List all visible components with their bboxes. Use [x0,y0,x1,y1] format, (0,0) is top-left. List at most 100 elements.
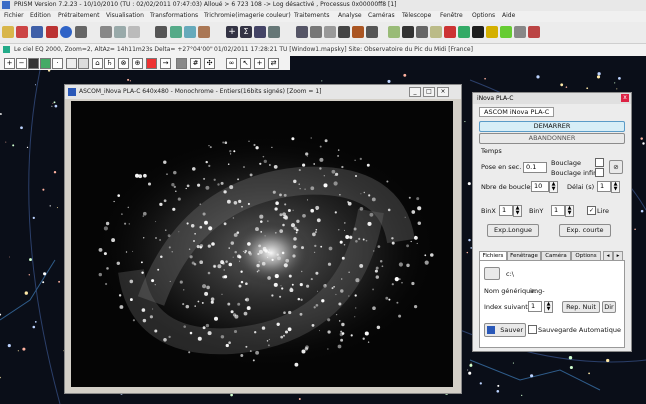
dir-button[interactable]: Dir [602,301,616,313]
constellation-icon[interactable] [40,58,51,69]
telescope-chart-icon[interactable]: ⊗ [118,58,129,69]
image-window-titlebar[interactable]: ASCOM_iNova PLA-C 640x480 - Monochrome -… [65,85,461,99]
hand-icon[interactable] [254,26,266,38]
zoom-in-icon[interactable]: + [4,58,15,69]
menu-fichier[interactable]: Fichier [4,12,24,19]
label-icon[interactable] [78,58,89,69]
rep-nuit-button[interactable]: Rep. Nuit [562,301,600,313]
print-icon[interactable] [46,26,58,38]
grid-icon[interactable] [402,26,414,38]
sequence-icon[interactable] [268,26,280,38]
focus-icon[interactable] [500,26,512,38]
sky-icon[interactable] [338,26,350,38]
binoculars-icon[interactable]: ∞ [226,58,237,69]
stats-icon[interactable] [170,26,182,38]
home-icon[interactable]: ⌂ [92,58,103,69]
record-icon[interactable] [444,26,456,38]
pose-input[interactable]: 0.1 [523,162,547,173]
panel-subtitle-tab[interactable]: ASCOM iNova PLA-C [479,107,555,117]
pointer-icon[interactable]: ↖ [240,58,251,69]
delai-input[interactable]: 1 [597,181,611,192]
menu-visualisation[interactable]: Visualisation [106,12,144,19]
flip-icon[interactable] [296,26,308,38]
biny-spinner[interactable]: ▲ ▼ [565,205,574,217]
nb-boucles-spinner[interactable]: ▲ ▼ [549,181,558,193]
binx-spinner[interactable]: ▲ ▼ [513,205,522,217]
info-icon[interactable] [60,26,72,38]
close-button[interactable]: × [437,87,449,97]
bouclage-infini-checkbox[interactable] [595,168,604,177]
delai-spinner[interactable]: ▲ ▼ [611,181,620,193]
goto-icon[interactable] [366,26,378,38]
start-button[interactable]: DEMARRER [479,121,625,132]
measure-icon[interactable] [155,26,167,38]
arrow-icon[interactable]: → [160,58,171,69]
biny-input[interactable]: 1 [551,205,565,216]
catalog-icon[interactable] [416,26,428,38]
exp-longue-button[interactable]: Exp.Longue [487,224,539,237]
galaxy-image[interactable] [71,101,453,387]
auto-save-checkbox[interactable] [528,325,537,334]
print-chart-icon[interactable] [66,58,77,69]
copy-icon[interactable] [114,26,126,38]
nb-boucles-input[interactable]: 10 [531,181,549,192]
color-icon[interactable] [528,26,540,38]
lire-checkbox[interactable]: ✓ [587,206,596,215]
sync-icon[interactable]: ⇄ [268,58,279,69]
crosshair-icon[interactable]: + [226,26,238,38]
histogram-icon[interactable] [198,26,210,38]
star-icon[interactable] [430,26,442,38]
index-spinner[interactable]: ▲ ▼ [544,301,553,313]
menu-cameras[interactable]: Caméras [368,12,395,19]
minimize-button[interactable]: _ [409,87,421,97]
menu-options[interactable]: Options [472,12,495,19]
binx-input[interactable]: 1 [499,205,513,216]
index-input[interactable]: 1 [528,301,542,312]
menu-transformations[interactable]: Transformations [150,12,198,19]
paste-icon[interactable] [128,26,140,38]
move-icon[interactable]: ✣ [204,58,215,69]
menu-edition[interactable]: Edition [30,12,51,19]
menu-telescope[interactable]: Télescope [402,12,431,19]
menu-traitements[interactable]: Traitements [294,12,329,19]
target-icon[interactable]: ⊕ [132,58,143,69]
panel-close-button[interactable]: x [621,94,629,102]
black-square-icon[interactable] [472,26,484,38]
photometry-icon[interactable] [458,26,470,38]
bouclage-checkbox[interactable] [595,158,604,167]
settings-icon[interactable] [75,26,87,38]
undo-icon[interactable] [100,26,112,38]
camera-panel[interactable]: iNova PLA-C x ASCOM iNova PLA-C DEMARRER… [472,92,632,352]
graph-icon[interactable] [184,26,196,38]
panel-titlebar[interactable]: iNova PLA-C x [473,93,631,104]
save-icon[interactable] [31,26,43,38]
layers-icon[interactable] [176,58,187,69]
abort-button[interactable]: ABANDONNER [479,133,625,144]
grid-chart-icon[interactable]: # [190,58,201,69]
menu-fenetre[interactable]: Fenêtre [440,12,463,19]
crop-icon[interactable] [324,26,336,38]
full-sky-icon[interactable] [28,58,39,69]
zoom-out-icon[interactable]: − [16,58,27,69]
open-icon[interactable] [2,26,14,38]
exp-courte-button[interactable]: Exp. courte [559,224,611,237]
chart-icon[interactable] [388,26,400,38]
image-window[interactable]: ASCOM_iNova PLA-C 640x480 - Monochrome -… [64,84,462,394]
save-button[interactable]: Sauver [484,323,526,337]
camera-icon[interactable] [16,26,28,38]
ecliptic-icon[interactable]: · [52,58,63,69]
planet-icon[interactable]: ♄ [104,58,115,69]
nom-input[interactable]: img- [530,287,545,295]
crosshair-chart-icon[interactable]: + [254,58,265,69]
menu-aide[interactable]: Aide [502,12,515,19]
clear-icon[interactable]: ⊘ [609,160,623,174]
sun-icon[interactable] [486,26,498,38]
marker-icon[interactable] [146,58,157,69]
tools-icon[interactable] [514,26,526,38]
telescope-icon[interactable] [352,26,364,38]
maximize-button[interactable]: □ [423,87,435,97]
sum-icon[interactable]: Σ [240,26,252,38]
rotate-icon[interactable] [310,26,322,38]
menu-analyse[interactable]: Analyse [338,12,362,19]
menu-trichromie[interactable]: Trichromie(imagerie couleur) [204,12,291,19]
